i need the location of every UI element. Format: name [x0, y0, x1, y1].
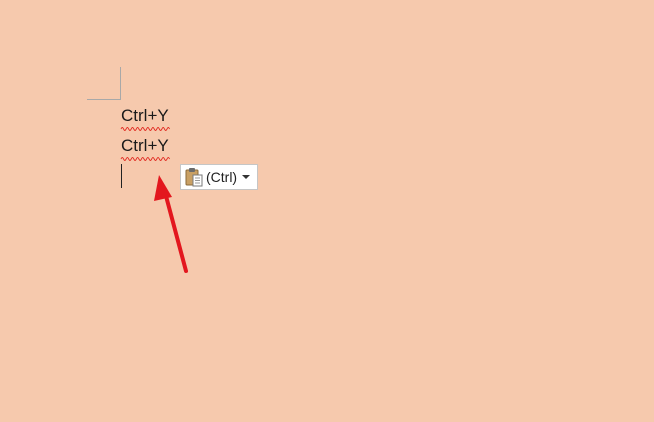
document-page[interactable]: Ctrl+Y Ctrl+Y (Ctrl)	[0, 0, 654, 422]
red-arrow-icon	[154, 175, 188, 273]
document-text: Ctrl+Y	[121, 136, 169, 155]
margin-corner-horizontal	[87, 99, 121, 100]
spellcheck-underline	[120, 127, 170, 131]
paste-options-label: (Ctrl)	[206, 169, 238, 185]
document-text: Ctrl+Y	[121, 106, 169, 125]
document-text-line[interactable]: Ctrl+Y	[120, 136, 170, 161]
paste-options-button[interactable]: (Ctrl)	[180, 164, 258, 190]
margin-corner-vertical	[120, 67, 121, 100]
text-caret	[121, 164, 122, 188]
chevron-down-icon[interactable]	[242, 175, 251, 179]
document-text-line[interactable]: Ctrl+Y	[120, 106, 170, 131]
clipboard-paste-icon	[185, 167, 203, 187]
spellcheck-underline	[120, 157, 170, 161]
